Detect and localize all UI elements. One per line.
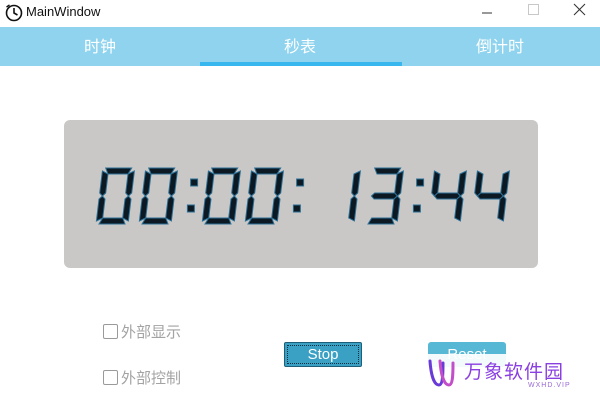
- lcd-digit-segment: [247, 217, 275, 225]
- lcd-digit-segment: [205, 170, 215, 197]
- lcd-digit-segment: [367, 217, 395, 225]
- maximize-icon: [528, 4, 539, 15]
- lcd-digit-segment: [122, 195, 132, 222]
- lcd-digit-segment: [457, 170, 468, 197]
- lcd-digit-segment: [204, 217, 232, 225]
- lcd-colon-dot: [412, 204, 421, 213]
- lcd-digit-segment: [431, 170, 441, 197]
- maximize-button[interactable]: [510, 0, 556, 26]
- lcd-digit-segment: [244, 195, 255, 222]
- lcd-digit-segment: [165, 195, 175, 222]
- lcd-digit-segment: [104, 167, 133, 175]
- lcd-colon-dot: [190, 178, 199, 187]
- minimize-button[interactable]: [464, 0, 510, 26]
- lcd-colon-dot: [292, 204, 301, 213]
- lcd-readout: [95, 167, 511, 225]
- clock-icon: [5, 4, 23, 22]
- tab-bar: 时钟 秒表 倒计时: [0, 27, 600, 66]
- stopwatch-display: [64, 120, 538, 268]
- lcd-digit-segment: [500, 170, 511, 197]
- external-display-option[interactable]: 外部显示: [103, 321, 181, 341]
- lcd-digit-segment: [274, 170, 285, 197]
- lcd-digit-segment: [394, 170, 405, 197]
- close-icon: [573, 3, 586, 16]
- lcd-digit-segment: [497, 195, 507, 222]
- lcd-digit-segment: [210, 167, 239, 175]
- external-control-checkbox[interactable]: [103, 369, 118, 385]
- stop-button[interactable]: Stop: [284, 342, 362, 367]
- close-button[interactable]: [556, 0, 600, 26]
- watermark-site: WXHD.VIP: [528, 382, 571, 389]
- lcd-digit-segment: [231, 170, 242, 197]
- watermark-brand: 万象软件园: [464, 361, 565, 383]
- lcd-digit-segment: [248, 170, 258, 197]
- lcd-digit-segment: [370, 192, 399, 200]
- lcd-digit-segment: [271, 195, 281, 222]
- lcd-digit-segment: [201, 195, 212, 222]
- lcd-digit-segment: [373, 167, 402, 175]
- lcd-digit-segment: [95, 195, 106, 222]
- lcd-digit-segment: [98, 217, 126, 225]
- external-control-option[interactable]: 外部控制: [103, 367, 181, 387]
- external-control-label: 外部控制: [121, 368, 182, 387]
- lcd-digit-segment: [168, 170, 179, 197]
- watermark-logo-icon: [428, 359, 455, 387]
- lcd-colon-dot: [296, 178, 305, 187]
- tab-clock[interactable]: 时钟: [0, 27, 200, 66]
- lcd-digit-segment: [253, 167, 282, 175]
- minimize-icon: [482, 12, 492, 14]
- external-display-checkbox[interactable]: [103, 323, 118, 339]
- window-title: MainWindow: [26, 4, 101, 19]
- lcd-digit-segment: [125, 170, 136, 197]
- external-display-label: 外部显示: [121, 322, 182, 341]
- lcd-colon-dot: [186, 204, 195, 213]
- lcd-digit-segment: [391, 195, 401, 222]
- lcd-digit-segment: [348, 195, 358, 222]
- lcd-digit-segment: [228, 195, 238, 222]
- lcd-colon-dot: [416, 178, 425, 187]
- lcd-digit-segment: [138, 195, 149, 222]
- lcd-digit-segment: [476, 192, 505, 200]
- tab-countdown[interactable]: 倒计时: [400, 27, 600, 66]
- watermark: 万象软件园 WXHD.VIP: [424, 354, 594, 396]
- lcd-digit-segment: [99, 170, 109, 197]
- active-tab-indicator: [200, 62, 402, 66]
- lcd-digit-segment: [351, 170, 362, 197]
- lcd-digit-segment: [454, 195, 464, 222]
- lcd-digit-segment: [142, 170, 152, 197]
- lcd-digit-segment: [141, 217, 169, 225]
- tab-stopwatch[interactable]: 秒表: [200, 27, 400, 66]
- lcd-digit-segment: [433, 192, 462, 200]
- lcd-digit-segment: [147, 167, 176, 175]
- lcd-digit-segment: [474, 170, 484, 197]
- title-bar: MainWindow: [0, 0, 600, 26]
